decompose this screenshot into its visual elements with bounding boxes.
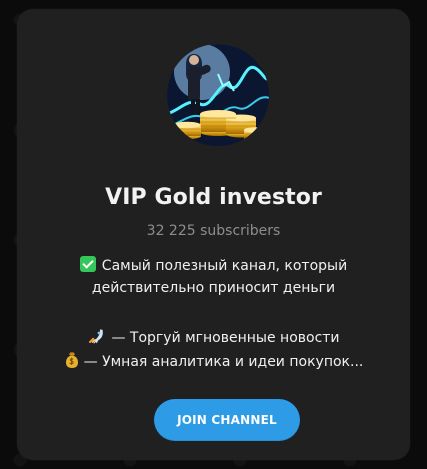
description-line-4: — Умная аналитика и идеи покупок... bbox=[17, 351, 410, 373]
description-line-2: действительно приносит деньги bbox=[91, 280, 336, 296]
description-text-3: — Торгуй мгновенные новости bbox=[111, 330, 340, 346]
channel-card: VIP Gold investor 32 225 subscribers Сам… bbox=[17, 9, 410, 460]
description-text-4: — Умная аналитика и идеи покупок... bbox=[83, 354, 364, 370]
description-text-1: Самый полезный канал, который bbox=[101, 258, 348, 274]
description-line-1: Самый полезный канал, который bbox=[17, 255, 410, 277]
join-channel-button[interactable]: JOIN CHANNEL bbox=[154, 399, 300, 441]
channel-avatar-image bbox=[167, 44, 269, 146]
channel-title: VIP Gold investor bbox=[105, 185, 322, 210]
money-bag-icon bbox=[64, 351, 80, 369]
checkmark-icon bbox=[79, 256, 96, 272]
rocket-icon bbox=[87, 327, 105, 345]
description-line-3: — Торгуй мгновенные новости bbox=[17, 327, 410, 349]
channel-avatar bbox=[167, 44, 269, 146]
subscriber-count: 32 225 subscribers bbox=[146, 223, 281, 239]
